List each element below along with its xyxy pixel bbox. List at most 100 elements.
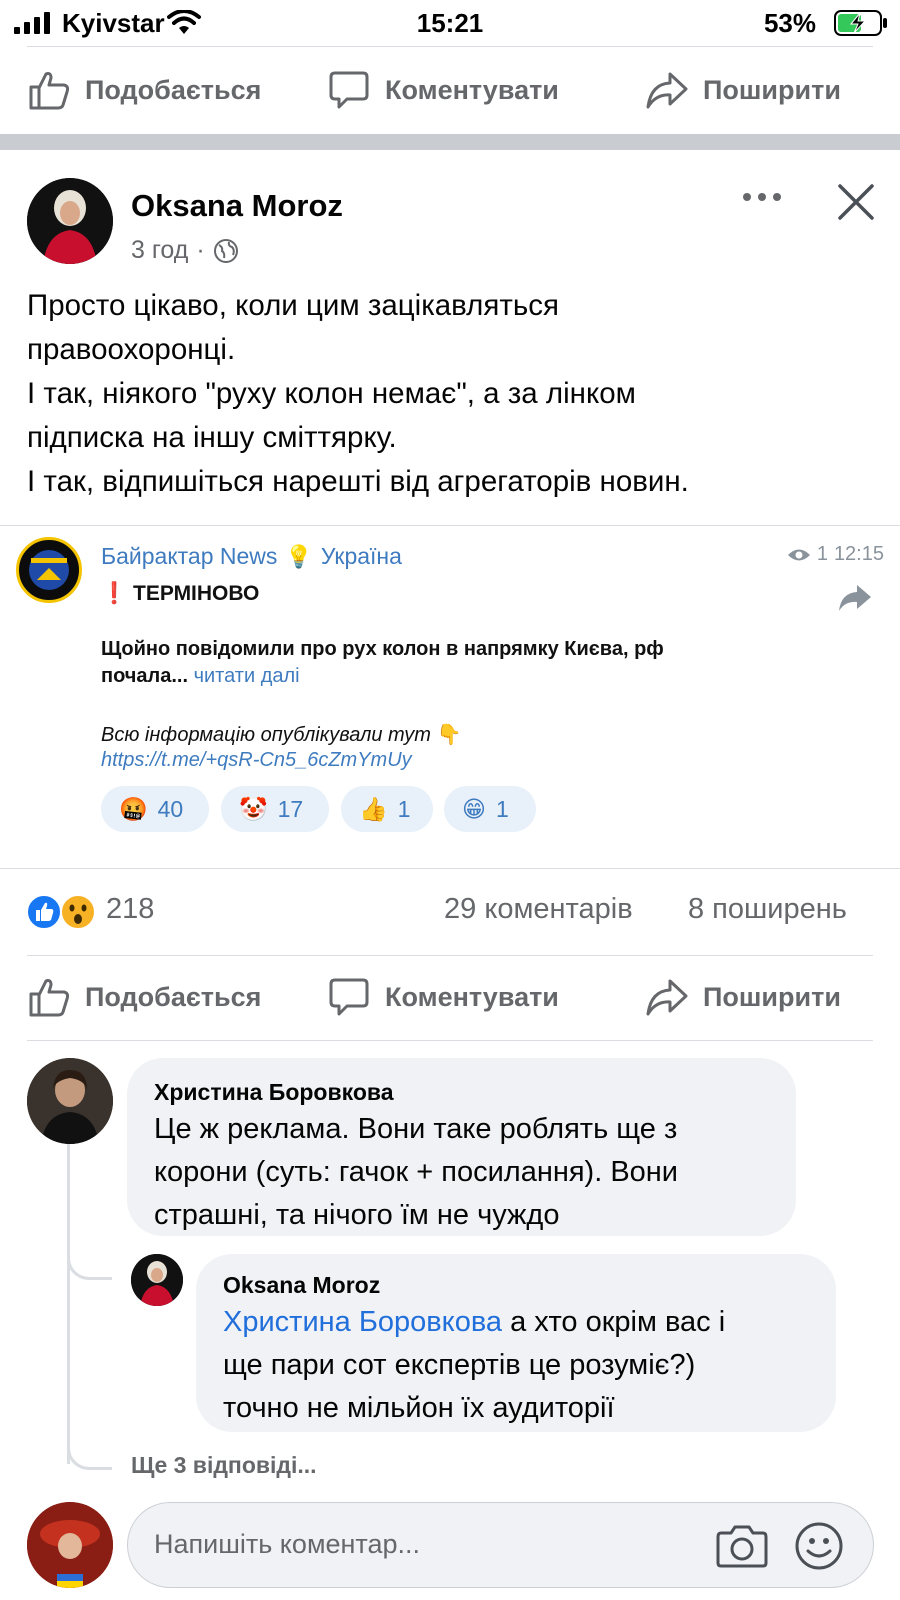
urgent-label: ТЕРМІНОВО (133, 582, 260, 605)
comment-text: Це ж реклама. Вони таке роблять ще з кор… (154, 1108, 678, 1237)
post-text-line: правоохоронці. (27, 333, 236, 366)
post-text-line: підписка на іншу сміттярку. (27, 421, 397, 454)
more-replies-link[interactable]: Ще 3 відповіді... (131, 1452, 317, 1479)
post-time[interactable]: 3 год (131, 236, 188, 265)
meta-dot: · (196, 236, 205, 264)
like-label: Подобається (85, 981, 262, 1012)
reply-avatar[interactable] (131, 1254, 183, 1306)
message-time: 12:15 (833, 543, 884, 565)
divider (27, 1040, 873, 1041)
comment-icon (329, 978, 369, 1016)
comment-author[interactable]: Христина Боровкова (154, 1079, 394, 1106)
like-button[interactable]: Подобається (27, 957, 261, 1037)
eye-icon (787, 549, 810, 560)
like-reaction-icon (26, 894, 62, 930)
like-button[interactable]: Подобається (27, 50, 261, 130)
emoji-icon[interactable] (794, 1521, 844, 1571)
author-avatar-image (27, 178, 113, 264)
previous-post-action-bar: Подобається Коментувати Поширити (0, 50, 900, 130)
share-label: Поширити (703, 74, 841, 105)
reaction-count: 1 (397, 795, 411, 822)
comment-line: корони (суть: гачок + посилання). Вони (154, 1156, 679, 1188)
status-bar: Kyivstar 15:21 53% (0, 0, 900, 46)
info-text: Всю інформацію опублікували тут (101, 724, 431, 746)
author-avatar[interactable] (27, 178, 113, 264)
reply-line: ще пари сот експертів це розуміє?) (223, 1349, 696, 1381)
channel-name: Байрактар News (101, 543, 278, 569)
reply-line: а хто окрім вас і (502, 1306, 726, 1338)
share-icon (646, 979, 688, 1016)
post-author-name[interactable]: Oksana Moroz (131, 188, 343, 224)
reaction-count: 17 (277, 795, 304, 822)
divider (0, 525, 900, 526)
divider (27, 955, 873, 956)
post-action-bar: Подобається Коментувати Поширити (0, 957, 900, 1037)
globe-icon (213, 238, 238, 263)
like-label: Подобається (85, 74, 262, 105)
wow-reaction-icon (60, 894, 96, 930)
thread-branch (67, 1230, 112, 1280)
reaction-total[interactable]: 218 (106, 893, 154, 926)
pointing-down-icon: 👇 (436, 724, 462, 746)
comment-label: Коментувати (385, 74, 559, 105)
comment-icon (329, 71, 369, 109)
reply-avatar-image (131, 1254, 183, 1306)
thumbs-up-icon (29, 979, 70, 1017)
current-user-avatar[interactable] (27, 1502, 113, 1588)
post-meta: 3 год · (131, 236, 239, 265)
more-options-icon[interactable] (740, 182, 784, 212)
exclamation-icon: ❗ (101, 582, 128, 605)
thread-line (67, 1144, 70, 1464)
reaction-chip: 🤬 40 (101, 786, 209, 832)
reply-text: Христина Боровкова а хто окрім вас і ще … (223, 1301, 725, 1430)
message-line-2: почала... (101, 665, 189, 687)
post-text-line: Просто цікаво, коли цим зацікавляться (27, 289, 559, 322)
current-user-avatar-image (27, 1502, 113, 1588)
comment-button[interactable]: Коментувати (327, 50, 559, 130)
divider (27, 46, 873, 47)
share-icon (646, 72, 688, 109)
reaction-emoji: 👍 (359, 795, 388, 822)
mention-link[interactable]: Христина Боровкова (223, 1306, 502, 1338)
shares-count[interactable]: 8 поширень (688, 893, 847, 926)
channel-title: Байрактар News 💡 Україна (101, 543, 402, 570)
views-count: 1 (816, 543, 828, 565)
post-text-line: І так, ніякого "руху колон немає", а за … (27, 377, 636, 410)
read-more-link[interactable]: читати далі (194, 665, 300, 687)
comment-button[interactable]: Коментувати (327, 957, 559, 1037)
reaction-count: 1 (495, 795, 509, 822)
reply-author[interactable]: Oksana Moroz (223, 1272, 380, 1299)
reaction-chip: 🤡 17 (221, 786, 329, 832)
reaction-emoji: 🤬 (119, 795, 148, 822)
share-button[interactable]: Поширити (645, 50, 841, 130)
share-button[interactable]: Поширити (645, 957, 841, 1037)
comment-line: Це ж реклама. Вони таке роблять ще з (154, 1113, 678, 1145)
battery-charging-icon (834, 10, 887, 36)
reaction-emoji: 🤡 (239, 795, 268, 822)
reply-line: точно не мільйон їх аудиторії (223, 1392, 615, 1424)
comment-input[interactable]: Напишіть коментар... (127, 1502, 874, 1588)
camera-icon[interactable] (716, 1523, 768, 1569)
channel-logo (29, 550, 69, 590)
channel-suffix: Україна (320, 543, 402, 569)
reaction-chip: 😁 1 (444, 786, 536, 832)
urgent-headline: ❗ ТЕРМІНОВО (101, 582, 259, 606)
close-icon[interactable] (836, 182, 876, 222)
battery-percent: 53% (763, 8, 816, 38)
divider (0, 868, 900, 869)
message-body: Щойно повідомили про рух колон в напрямк… (101, 638, 801, 688)
channel-emoji: 💡 (285, 543, 313, 569)
message-line-1: Щойно повідомили про рух колон в напрямк… (101, 638, 664, 660)
message-info: Всю інформацію опублікували тут 👇 (101, 722, 801, 747)
reaction-emoji: 😁 (462, 795, 486, 822)
comment-line: страшні, та нічого їм не чуждо (154, 1199, 560, 1231)
message-link[interactable]: https://t.me/+qsR-Cn5_6cZmYmUy (101, 749, 801, 772)
reaction-chip: 👍 1 (341, 786, 433, 832)
comment-label: Коментувати (385, 981, 559, 1012)
commenter-avatar-image (27, 1058, 113, 1144)
commenter-avatar[interactable] (27, 1058, 113, 1144)
thumbs-up-icon (29, 72, 70, 110)
thread-branch (67, 1420, 112, 1470)
comments-count[interactable]: 29 коментарів (444, 893, 633, 926)
channel-avatar (16, 537, 82, 603)
